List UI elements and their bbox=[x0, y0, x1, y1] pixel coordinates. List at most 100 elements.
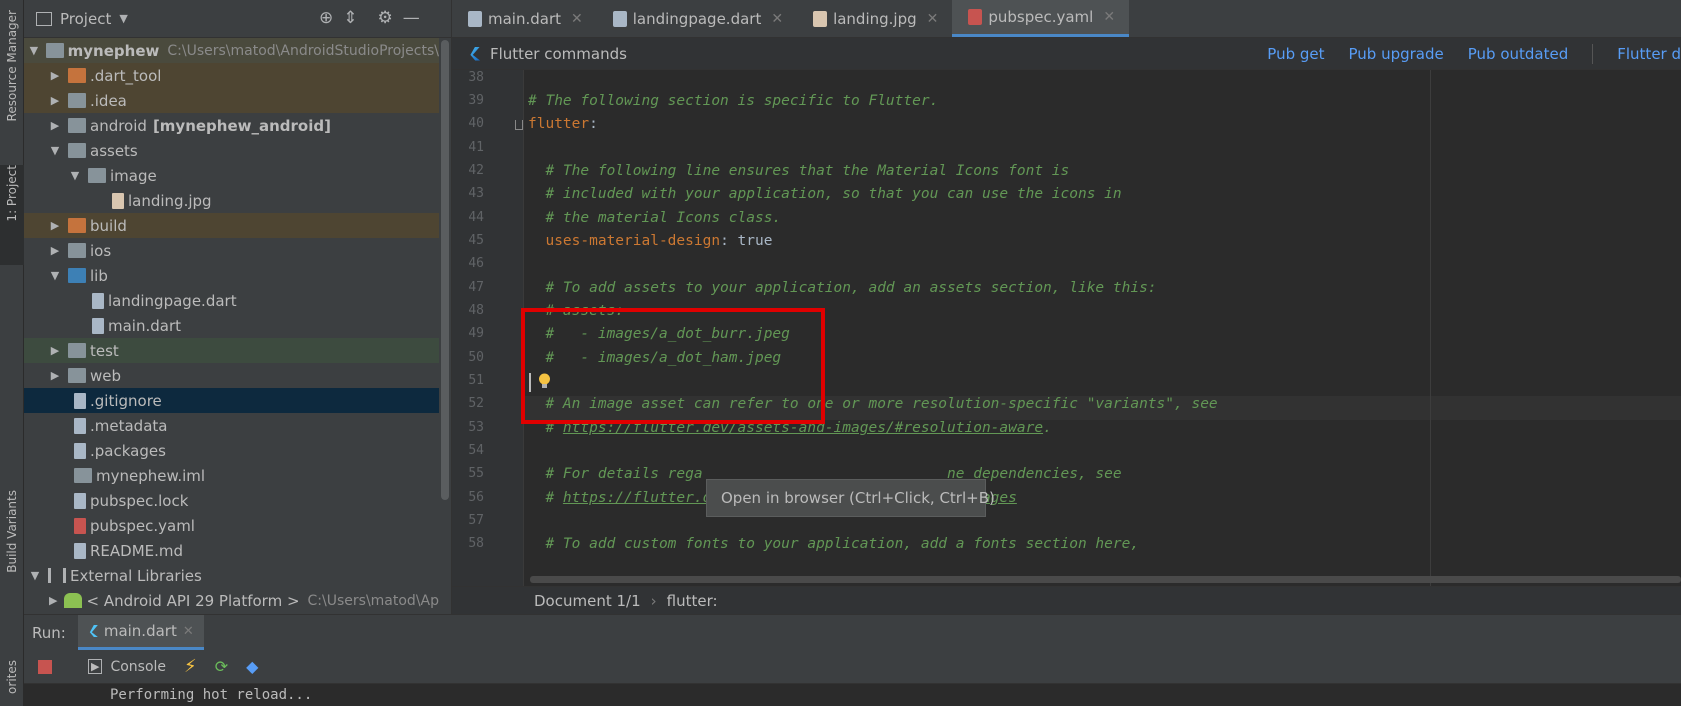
yaml-key: uses-material-design bbox=[528, 233, 721, 249]
close-icon[interactable]: ✕ bbox=[571, 11, 583, 27]
image-file-icon bbox=[112, 192, 124, 209]
flutter-doctor-link[interactable]: Flutter d bbox=[1617, 45, 1681, 63]
dart-file-icon bbox=[612, 10, 627, 27]
console-output[interactable]: Performing hot reload... bbox=[24, 684, 1681, 706]
tree-item-ios[interactable]: ▶ ios bbox=[24, 238, 439, 263]
chevron-right-icon[interactable]: ▶ bbox=[48, 219, 62, 232]
test-folder-icon bbox=[68, 343, 86, 358]
close-icon[interactable]: ✕ bbox=[183, 624, 194, 639]
tree-item-landingpage-dart[interactable]: landingpage.dart bbox=[24, 288, 439, 313]
close-icon[interactable]: ✕ bbox=[927, 11, 939, 27]
code-line-40: flutter: bbox=[528, 116, 598, 132]
close-icon[interactable]: ✕ bbox=[771, 11, 783, 27]
run-label: Run: bbox=[32, 623, 66, 642]
tab-label: landingpage.dart bbox=[632, 9, 762, 28]
fold-icon[interactable] bbox=[515, 120, 523, 130]
tree-item-label: main.dart bbox=[108, 316, 182, 335]
console-output-line: Performing hot reload... bbox=[110, 687, 313, 703]
close-icon[interactable]: ✕ bbox=[1103, 9, 1115, 25]
tree-item-build[interactable]: ▶ build bbox=[24, 213, 439, 238]
stop-icon[interactable] bbox=[38, 659, 52, 674]
chevron-right-icon[interactable]: ▶ bbox=[48, 94, 62, 107]
code-line-39: # The following section is specific to F… bbox=[528, 93, 939, 109]
tree-item-main-dart[interactable]: main.dart bbox=[24, 313, 439, 338]
line-number-gutter[interactable]: 38 39 40 41 42 43 44 45 46 47 48 49 50 5… bbox=[452, 70, 524, 586]
pub-outdated-link[interactable]: Pub outdated bbox=[1468, 45, 1569, 63]
chevron-down-icon[interactable]: ▼ bbox=[48, 144, 62, 157]
tree-item-landing-jpg[interactable]: landing.jpg bbox=[24, 188, 439, 213]
tab-landing-jpg[interactable]: landing.jpg ✕ bbox=[797, 0, 952, 37]
code-line-43: # included with your application, so tha… bbox=[528, 186, 1122, 202]
tree-item-pubspec-lock[interactable]: pubspec.lock bbox=[24, 488, 439, 513]
collapse-all-icon[interactable]: ⇕ bbox=[343, 8, 357, 28]
tree-item-test[interactable]: ▶ test bbox=[24, 338, 439, 363]
tree-item-path: C:\Users\matod\Ap bbox=[307, 592, 439, 609]
line-number: 45 bbox=[468, 233, 484, 248]
tab-main-dart[interactable]: main.dart ✕ bbox=[452, 0, 597, 37]
pub-get-link[interactable]: Pub get bbox=[1267, 45, 1324, 63]
editor-horizontal-scrollbar[interactable] bbox=[530, 576, 1681, 583]
line-number: 40 bbox=[468, 116, 484, 131]
tree-item-lib[interactable]: ▼ lib bbox=[24, 263, 439, 288]
tree-item-label: android bbox=[90, 116, 147, 135]
chevron-down-icon[interactable]: ▼ bbox=[28, 44, 40, 57]
line-number: 41 bbox=[468, 140, 484, 155]
tree-item-readme[interactable]: README.md bbox=[24, 538, 439, 563]
line-number: 42 bbox=[468, 163, 484, 178]
tab-pubspec-yaml[interactable]: pubspec.yaml ✕ bbox=[952, 0, 1130, 37]
tree-item-android[interactable]: ▶ android [mynephew_android] bbox=[24, 113, 439, 138]
chevron-right-icon[interactable]: ▶ bbox=[48, 369, 62, 382]
tab-landingpage-dart[interactable]: landingpage.dart ✕ bbox=[597, 0, 797, 37]
tree-item-dart-tool[interactable]: ▶ .dart_tool bbox=[24, 63, 439, 88]
editor-tabs: main.dart ✕ landingpage.dart ✕ landing.j… bbox=[452, 0, 1681, 38]
chevron-right-icon[interactable]: ▶ bbox=[48, 244, 62, 257]
tree-item-label: landingpage.dart bbox=[108, 291, 237, 310]
chevron-down-icon[interactable]: ▼ bbox=[119, 12, 127, 25]
hot-restart-icon[interactable]: ⟳ bbox=[215, 657, 228, 676]
folder-icon bbox=[68, 243, 86, 258]
locate-icon[interactable]: ⊕ bbox=[319, 8, 333, 28]
project-view-selector[interactable]: Project bbox=[60, 10, 111, 28]
tree-item-pubspec-yaml[interactable]: pubspec.yaml bbox=[24, 513, 439, 538]
chevron-down-icon[interactable]: ▼ bbox=[28, 569, 42, 582]
chevron-right-icon[interactable]: ▶ bbox=[48, 69, 62, 82]
tree-item-label: assets bbox=[90, 141, 138, 160]
tree-item-idea[interactable]: ▶ .idea bbox=[24, 88, 439, 113]
tree-item-gitignore[interactable]: .gitignore bbox=[24, 388, 439, 413]
chevron-right-icon: › bbox=[650, 591, 657, 610]
build-variants-tab[interactable]: Build Variants bbox=[0, 490, 24, 600]
chevron-right-icon[interactable]: ▶ bbox=[48, 594, 58, 607]
tree-item-mynephew[interactable]: ▼ mynephew C:\Users\matod\AndroidStudioP… bbox=[24, 38, 439, 63]
tree-item-packages[interactable]: .packages bbox=[24, 438, 439, 463]
chevron-down-icon[interactable]: ▼ bbox=[48, 269, 62, 282]
lightbulb-icon[interactable] bbox=[538, 373, 551, 389]
console-tab[interactable]: ▶ Console bbox=[88, 659, 166, 675]
tree-item-android-api[interactable]: ▶ < Android API 29 Platform > C:\Users\m… bbox=[24, 588, 439, 613]
tree-item-iml[interactable]: mynephew.iml bbox=[24, 463, 439, 488]
tree-item-external-libraries[interactable]: ▼ External Libraries bbox=[24, 563, 439, 588]
yaml-value: : true bbox=[720, 233, 773, 249]
devtools-icon[interactable]: ◆ bbox=[246, 657, 258, 676]
project-scrollbar[interactable] bbox=[441, 40, 449, 500]
run-tab-main-dart[interactable]: main.dart ✕ bbox=[77, 615, 204, 650]
breadcrumb-node[interactable]: flutter: bbox=[667, 592, 718, 610]
chevron-right-icon[interactable]: ▶ bbox=[48, 119, 62, 132]
console-icon: ▶ bbox=[88, 659, 103, 674]
markdown-file-icon bbox=[74, 542, 86, 559]
favorites-tab[interactable]: orites bbox=[0, 660, 24, 706]
tree-item-metadata[interactable]: .metadata bbox=[24, 413, 439, 438]
hot-reload-icon[interactable]: ⚡ bbox=[184, 656, 197, 677]
left-tool-strip: Resource Manager 1: Project Build Varian… bbox=[0, 0, 24, 706]
tree-item-assets[interactable]: ▼ assets bbox=[24, 138, 439, 163]
pub-upgrade-link[interactable]: Pub upgrade bbox=[1349, 45, 1444, 63]
tree-item-web[interactable]: ▶ web bbox=[24, 363, 439, 388]
breadcrumb-document[interactable]: Document 1/1 bbox=[534, 592, 641, 610]
tree-item-image[interactable]: ▼ image bbox=[24, 163, 439, 188]
project-tool-tab[interactable]: 1: Project bbox=[0, 165, 24, 265]
resource-manager-tab[interactable]: Resource Manager bbox=[0, 10, 24, 150]
gear-icon[interactable]: ⚙ bbox=[378, 8, 393, 28]
chevron-right-icon[interactable]: ▶ bbox=[48, 344, 62, 357]
chevron-down-icon[interactable]: ▼ bbox=[68, 169, 82, 182]
source-folder-icon bbox=[68, 268, 86, 283]
minimize-icon[interactable]: — bbox=[403, 8, 420, 28]
